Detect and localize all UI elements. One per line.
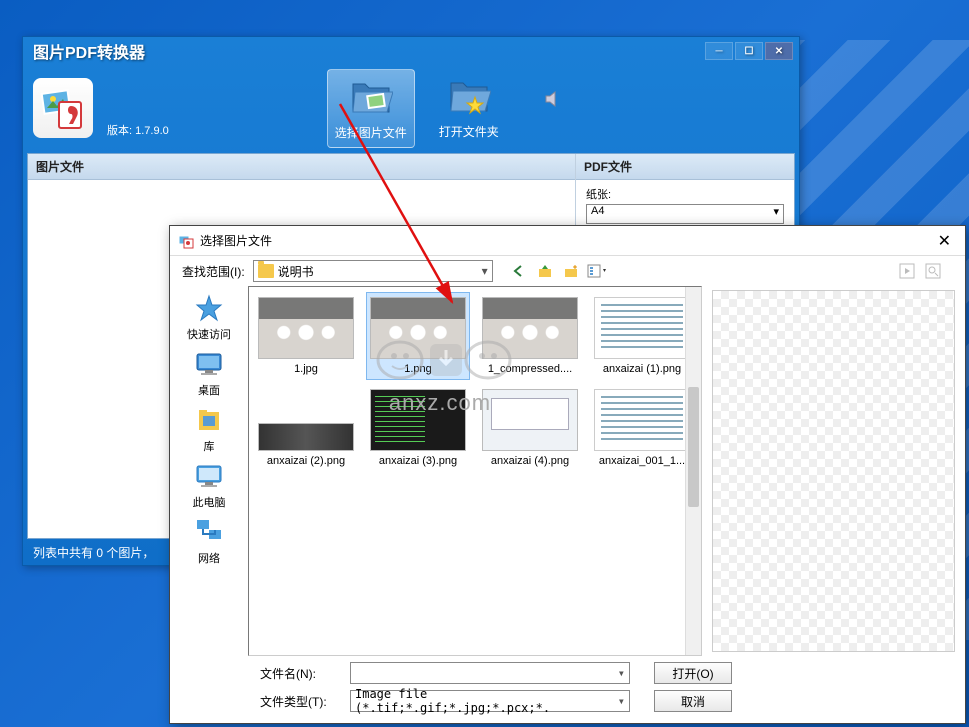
pdf-header: PDF文件 xyxy=(576,154,794,180)
file-thumbnail xyxy=(258,297,354,359)
desktop-icon xyxy=(193,348,225,380)
filetype-value: Image file (*.tif;*.gif;*.jpg;*.pcx;*. xyxy=(355,687,625,715)
version-label: 版本: 1.7.9.0 xyxy=(107,122,169,138)
file-label: 1.png xyxy=(404,363,432,375)
maximize-button[interactable]: ☐ xyxy=(735,42,763,60)
file-label: anxaizai (2).png xyxy=(267,455,345,467)
main-titlebar: 图片PDF转换器 ─ ☐ ✕ xyxy=(23,37,799,65)
sidebar-label: 网络 xyxy=(198,550,220,566)
view-menu-icon[interactable] xyxy=(587,261,607,281)
file-item[interactable]: anxaizai (2).png xyxy=(255,385,357,471)
scroll-thumb[interactable] xyxy=(688,387,699,507)
preview-zoom-icon[interactable] xyxy=(923,261,943,281)
speaker-icon[interactable] xyxy=(543,89,563,109)
file-item[interactable]: anxaizai (4).png xyxy=(479,385,581,471)
dialog-toolbar: 查找范围(I): 说明书 xyxy=(170,256,965,286)
folder-icon xyxy=(258,264,274,278)
file-thumbnail xyxy=(594,389,690,451)
file-item[interactable]: anxaizai_001_1... xyxy=(591,385,693,471)
file-thumbnail xyxy=(370,389,466,451)
filetype-combo[interactable]: Image file (*.tif;*.gif;*.jpg;*.pcx;*. xyxy=(350,690,630,712)
network-icon xyxy=(193,516,225,548)
status-text: 列表中共有 0 个图片， xyxy=(33,544,154,561)
dialog-close-button[interactable]: ✕ xyxy=(932,229,957,253)
image-files-header: 图片文件 xyxy=(28,154,575,180)
up-folder-icon[interactable] xyxy=(535,261,555,281)
file-label: anxaizai (3).png xyxy=(379,455,457,467)
app-logo-icon xyxy=(33,78,93,138)
file-item[interactable]: anxaizai (1).png xyxy=(591,293,693,379)
file-thumbnail xyxy=(594,297,690,359)
this-pc-icon xyxy=(193,460,225,492)
file-open-dialog: 选择图片文件 ✕ 查找范围(I): 说明书 xyxy=(169,225,966,724)
open-button[interactable]: 打开(O) xyxy=(654,662,732,684)
select-images-button[interactable]: 选择图片文件 xyxy=(327,69,415,148)
file-item[interactable]: 1.jpg xyxy=(255,293,357,379)
look-in-label: 查找范围(I): xyxy=(182,263,245,280)
back-icon[interactable] xyxy=(509,261,529,281)
sidebar-network[interactable]: 网络 xyxy=(170,516,248,566)
file-label: anxaizai (1).png xyxy=(603,363,681,375)
new-folder-icon[interactable] xyxy=(561,261,581,281)
preview-panel xyxy=(712,286,965,656)
filename-label: 文件名(N): xyxy=(260,665,340,682)
sidebar-label: 桌面 xyxy=(198,382,220,398)
minimize-button[interactable]: ─ xyxy=(705,42,733,60)
dialog-title: 选择图片文件 xyxy=(200,232,272,249)
preview-play-icon[interactable] xyxy=(897,261,917,281)
sidebar-libraries[interactable]: 库 xyxy=(170,404,248,454)
file-item[interactable]: 1.png xyxy=(367,293,469,379)
dialog-titlebar: 选择图片文件 ✕ xyxy=(170,226,965,256)
app-title: 图片PDF转换器 xyxy=(29,39,145,63)
libraries-icon xyxy=(193,404,225,436)
filetype-label: 文件类型(T): xyxy=(260,693,340,710)
file-item[interactable]: anxaizai (3).png xyxy=(367,385,469,471)
places-sidebar: 快速访问 桌面 库 此电脑 xyxy=(170,286,248,656)
look-in-combo[interactable]: 说明书 xyxy=(253,260,493,282)
sidebar-label: 快速访问 xyxy=(187,326,231,342)
sidebar-label: 库 xyxy=(204,438,215,454)
dialog-icon xyxy=(178,233,194,249)
file-label: anxaizai (4).png xyxy=(491,455,569,467)
file-thumbnail xyxy=(482,297,578,359)
folder-star-icon xyxy=(447,75,491,119)
cancel-button[interactable]: 取消 xyxy=(654,690,732,712)
quick-access-icon xyxy=(193,292,225,324)
file-list-area[interactable]: 1.jpg 1.png 1_compressed.... anxaizai (1).p… xyxy=(248,286,702,656)
file-thumbnail xyxy=(370,297,466,359)
sidebar-this-pc[interactable]: 此电脑 xyxy=(170,460,248,510)
file-label: 1_compressed.... xyxy=(488,363,572,375)
paper-label: 纸张: xyxy=(586,186,784,202)
file-label: anxaizai_001_1... xyxy=(599,455,685,467)
sidebar-label: 此电脑 xyxy=(193,494,226,510)
look-in-value: 说明书 xyxy=(278,263,314,280)
paper-select[interactable]: A4 ▾ xyxy=(586,204,784,224)
paper-value: A4 xyxy=(591,205,604,217)
file-scrollbar[interactable] xyxy=(685,287,701,655)
sidebar-desktop[interactable]: 桌面 xyxy=(170,348,248,398)
sidebar-quick-access[interactable]: 快速访问 xyxy=(170,292,248,342)
main-toolbar: 版本: 1.7.9.0 选择图片文件 xyxy=(23,65,799,151)
folder-images-icon xyxy=(349,76,393,120)
filename-input[interactable] xyxy=(350,662,630,684)
open-folder-label: 打开文件夹 xyxy=(439,123,499,140)
dialog-bottom: 文件名(N): 打开(O) 文件类型(T): Image file (*.tif… xyxy=(170,656,965,718)
preview-area xyxy=(712,290,955,652)
file-label: 1.jpg xyxy=(294,363,318,375)
file-thumbnail xyxy=(482,389,578,451)
file-item[interactable]: 1_compressed.... xyxy=(479,293,581,379)
file-thumbnail xyxy=(258,423,354,451)
select-images-label: 选择图片文件 xyxy=(335,124,407,141)
open-folder-button[interactable]: 打开文件夹 xyxy=(425,69,513,146)
close-button[interactable]: ✕ xyxy=(765,42,793,60)
